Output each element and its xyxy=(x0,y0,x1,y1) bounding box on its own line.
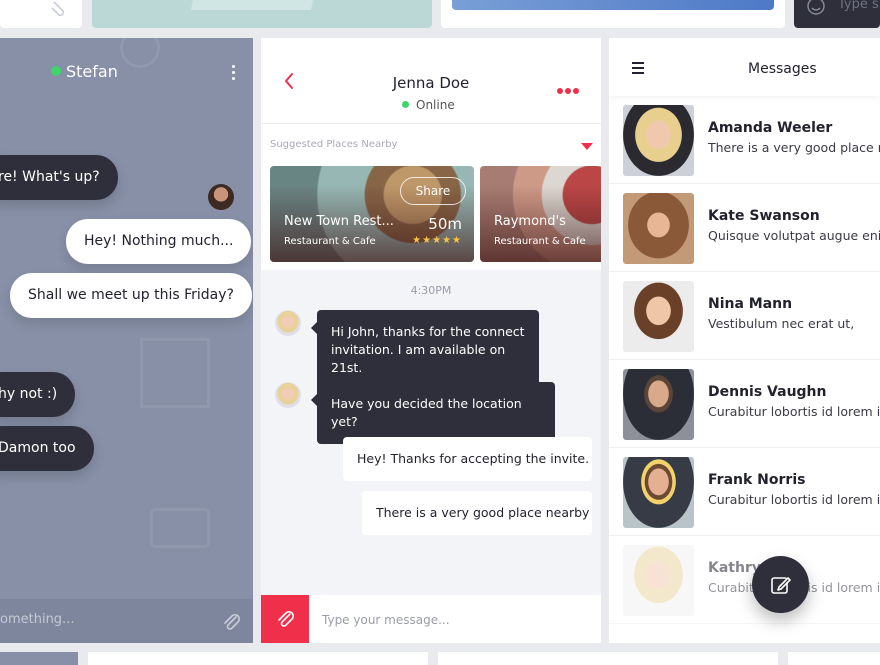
place-card[interactable]: Share New Town Rest... Restaurant & Cafe… xyxy=(270,166,474,262)
message-text: Shall we meet up this Friday? xyxy=(28,287,234,303)
message-bubble: Hey! Thanks for accepting the invite. xyxy=(343,437,592,481)
contact-preview: Vestibulum nec erat ut, xyxy=(708,316,855,331)
top-card-dark: Type s xyxy=(794,0,880,28)
top-card-left xyxy=(0,0,82,28)
online-status-dot xyxy=(402,101,409,108)
contact-photo xyxy=(623,281,694,352)
message-line: Have you decided the location yet? xyxy=(331,396,522,429)
message-text: re! What's up? xyxy=(0,169,100,185)
left-contact-name: Stefan xyxy=(66,62,118,81)
message-text: hy not :) xyxy=(0,386,58,402)
message-bubble: Have you decided the location yet? xyxy=(311,382,555,444)
contact-list-item[interactable]: Kathryn Curabitur lobortis id lorem id xyxy=(609,536,880,624)
place-name: Raymond's xyxy=(494,214,566,229)
left-message-bubble: re! What's up? xyxy=(0,155,118,200)
contact-name: Nina Mann xyxy=(708,296,793,312)
contact-photo xyxy=(623,105,694,176)
message-line: Hi John, thanks for the connect xyxy=(331,324,525,339)
places-label: Suggested Places Nearby xyxy=(270,139,398,150)
message-text: Damon too xyxy=(0,440,76,456)
messages-list-panel: Messages Amanda Weeler There is a very g… xyxy=(609,38,880,643)
place-distance: 50m xyxy=(428,215,462,233)
top-input-hint[interactable]: Type s xyxy=(838,0,879,12)
bottom-card xyxy=(788,652,880,665)
place-type: Restaurant & Cafe xyxy=(284,236,376,247)
left-message-bubble: Damon too xyxy=(0,426,94,471)
messages-header xyxy=(609,38,880,96)
chat-contact-name: Jenna Doe xyxy=(392,74,470,92)
message-line: There is a very good place nearby xyxy=(376,505,590,520)
paperclip-icon[interactable] xyxy=(221,612,241,632)
compose-button[interactable] xyxy=(752,556,809,613)
contact-name: Dennis Vaughn xyxy=(708,384,827,400)
contact-photo xyxy=(623,545,694,616)
message-line: invitation. I am available on 21st. xyxy=(331,342,506,375)
star-rating: ★★★★★ xyxy=(412,235,462,246)
left-message-bubble: Hey! Nothing much... xyxy=(66,219,252,264)
contact-photo xyxy=(623,193,694,264)
contact-list-item[interactable]: Amanda Weeler There is a very good place… xyxy=(609,96,880,184)
smiley-icon[interactable] xyxy=(806,0,826,16)
message-timestamp: 4:30PM xyxy=(410,284,452,297)
top-card-image xyxy=(92,0,432,28)
contact-name: Amanda Weeler xyxy=(708,120,833,136)
avatar xyxy=(275,310,301,336)
contact-preview: Curabitur lobortis id lorem id xyxy=(708,492,880,507)
bottom-card xyxy=(88,652,428,665)
contact-name: Kate Swanson xyxy=(708,208,820,224)
paperclip-icon xyxy=(51,1,65,16)
message-bubble: There is a very good place nearby xyxy=(362,491,592,535)
contact-list-item[interactable]: Dennis Vaughn Curabitur lobortis id lore… xyxy=(609,360,880,448)
contact-list-item[interactable]: Kate Swanson Quisque volutpat augue enim… xyxy=(609,184,880,272)
avatar xyxy=(208,184,234,210)
place-type: Restaurant & Cafe xyxy=(494,236,586,247)
place-card[interactable]: Raymond's Restaurant & Cafe xyxy=(480,166,601,262)
compose-icon xyxy=(771,577,791,594)
contact-preview: Curabitur lobortis id lorem id xyxy=(708,404,880,419)
chat-status: Online xyxy=(416,98,455,112)
contact-list-item[interactable]: Nina Mann Vestibulum nec erat ut, xyxy=(609,272,880,360)
online-status-dot xyxy=(51,66,61,76)
left-message-bubble: Shall we meet up this Friday? xyxy=(10,273,252,318)
contact-photo xyxy=(623,369,694,440)
top-card-banner xyxy=(441,0,785,28)
caret-down-icon[interactable] xyxy=(581,143,593,150)
share-button[interactable]: Share xyxy=(400,177,466,205)
contact-name: Frank Norris xyxy=(708,472,806,488)
message-input-placeholder[interactable]: Type your message... xyxy=(322,613,450,627)
left-chat-panel: Stefan re! What's up? Hey! Nothing much.… xyxy=(0,38,253,643)
page-title: Messages xyxy=(748,61,817,77)
contact-preview: There is a very good place nea... xyxy=(708,140,880,155)
contact-preview: Quisque volutpat augue enim, xyxy=(708,228,880,243)
kebab-menu-icon[interactable] xyxy=(232,65,235,83)
contact-photo xyxy=(623,457,694,528)
message-line: Hey! Thanks for accepting the invite. xyxy=(357,451,590,466)
chat-panel: Jenna Doe Online Suggested Places Nearby… xyxy=(261,38,601,643)
message-text: Hey! Nothing much... xyxy=(84,233,234,249)
left-input-placeholder[interactable]: omething... xyxy=(0,612,74,627)
contact-list-item[interactable]: Frank Norris Curabitur lobortis id lorem… xyxy=(609,448,880,536)
message-bubble: Hi John, thanks for the connect invitati… xyxy=(311,310,539,390)
more-dots-icon[interactable] xyxy=(557,79,581,98)
left-message-bubble: hy not :) xyxy=(0,372,76,417)
bottom-card xyxy=(438,652,778,665)
bottom-card xyxy=(0,652,78,665)
avatar xyxy=(275,382,301,408)
place-name: New Town Rest... xyxy=(284,214,394,229)
attach-button[interactable] xyxy=(261,595,309,643)
hamburger-menu-icon[interactable] xyxy=(632,62,644,77)
paperclip-icon xyxy=(278,610,295,627)
